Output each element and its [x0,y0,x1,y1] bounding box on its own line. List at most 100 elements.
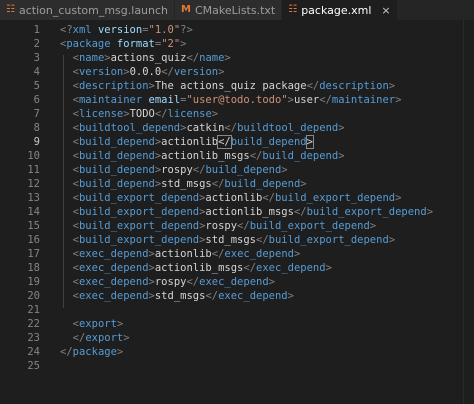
token-tag: exec_depend [199,276,269,288]
token-text: TODO [129,108,155,120]
code-line[interactable]: 13 <build_export_depend>actionlib</build… [0,191,474,205]
code-line[interactable]: 16 <build_export_depend>std_msgs</build_… [0,233,474,247]
line-number: 17 [27,248,40,260]
token-punc: > [325,262,332,274]
token-tag: build_depend [78,136,155,148]
token-punc: </ [256,234,269,246]
token-tag: build_depend [78,150,155,162]
token-text: std_msgs [161,178,212,190]
code-text: <build_export_depend>actionlib</build_ex… [60,191,402,205]
token-str: "1.0" [148,24,181,36]
token-punc: </ [72,332,86,344]
code-line[interactable]: 12 <build_depend>std_msgs</build_depend> [0,177,474,191]
code-line[interactable]: 17 <exec_depend>actionlib</exec_depend> [0,247,474,261]
code-line[interactable]: 8 <buildtool_depend>catkin</buildtool_de… [0,121,474,135]
line-number: 7 [33,108,40,120]
code-line[interactable]: 5 <description>The actions_quiz package<… [0,79,474,93]
code-line[interactable]: 23 </export> [0,331,474,345]
token-tag: description [319,80,389,92]
token-text: actionlib [205,192,263,204]
code-line[interactable]: 22 <export> [0,317,474,331]
token-cursor: </ [217,135,232,149]
tab-cmakelists-txt[interactable]: M CMakeLists.txt [175,0,283,20]
code-line[interactable]: 2 <package format="2"> [0,37,474,51]
code-line[interactable]: 7 <license>TODO</license> [0,107,474,121]
code-text: <build_depend>actionlib</build_depend> [60,135,314,149]
token-attr: format [116,38,155,50]
token-tag: exec_depend [218,290,288,302]
token-punc: <? [60,24,73,36]
line-number: 15 [27,220,40,232]
line-number: 4 [33,66,40,78]
code-line[interactable]: 6 <maintainer email="user@todo.todo">use… [0,93,474,107]
code-line[interactable]: 4 <version>0.0.0</version> [0,65,474,79]
token-punc: > [388,80,396,92]
code-line[interactable]: 19 <exec_depend>rospy</exec_depend> [0,275,474,289]
line-number: 20 [27,290,40,302]
code-text: <description>The actions_quiz package</d… [60,79,395,93]
code-line[interactable]: 10 <build_depend>actionlib_msgs</build_d… [0,149,474,163]
token-punc: > [281,164,288,176]
token-tag: build_export_depend [274,192,396,204]
token-tag: exec_depend [224,248,294,260]
token-text: rospy [161,164,193,176]
code-text: </package> [60,345,123,359]
code-editor[interactable]: 1 <?xml version="1.0"?> 2 <package format="… [0,20,474,404]
code-line[interactable]: 9 <build_depend>actionlib</build_depend> [0,135,474,149]
line-number: 12 [27,178,40,190]
token-text: actions_quiz [110,52,187,64]
line-number: 21 [27,304,40,316]
token-tag: build_depend [224,178,301,190]
code-line[interactable]: 14 <build_export_depend>actionlib_msgs</… [0,205,474,219]
token-punc: > [293,248,301,260]
line-number: 23 [27,332,40,344]
code-line[interactable]: 20 <exec_depend>std_msgs</exec_depend> [0,289,474,303]
rss-icon: ☷ [6,4,15,15]
code-line[interactable]: 11 <build_depend>rospy</build_depend> [0,163,474,177]
token-punc: > [395,94,402,106]
line-number: 13 [27,192,40,204]
line-number: 6 [33,94,40,106]
line-number: 16 [27,234,40,246]
tab-action-custom-msg-launch[interactable]: ☷ action_custom_msg.launch [0,0,176,20]
code-line[interactable]: 24 </package> [0,345,474,359]
code-text: <build_export_depend>rospy</build_export… [60,219,376,233]
token-punc: > [224,52,231,64]
token-text: 0.0.0 [129,66,162,78]
code-line[interactable]: 21 [0,303,474,317]
token-tag: exec_depend [78,262,149,274]
code-line[interactable]: 18 <exec_depend>actionlib_msgs</exec_dep… [0,261,474,275]
token-tag: build_export_depend [78,220,200,232]
token-text: catkin [186,122,225,134]
code-text: <package format="2"> [60,37,186,51]
token-text: actionlib [154,248,212,260]
token-punc: </ [186,276,200,288]
token-text: user [293,94,320,106]
token-tag: exec_depend [78,290,149,302]
vertical-scrollbar[interactable] [463,20,474,404]
code-line[interactable]: 25 [0,359,474,373]
code-text: <buildtool_depend>catkin</buildtool_depe… [60,121,345,135]
code-line[interactable]: 3 <name>actions_quiz</name> [0,51,474,65]
token-attr: email [148,94,181,106]
tab-package-xml[interactable]: ☷ package.xml × [282,0,398,20]
token-tag: license [78,108,124,120]
token-tag: maintainer [78,94,143,106]
line-number: 2 [33,38,40,50]
code-line[interactable]: 15 <build_export_depend>rospy</build_exp… [0,219,474,233]
token-tag: name [199,52,225,64]
token-tag: maintainer [331,94,396,106]
close-icon[interactable]: × [381,4,390,17]
line-number: 24 [27,346,40,358]
token-punc: > [123,332,130,344]
code-line[interactable]: 1 <?xml version="1.0"?> [0,23,474,37]
token-punc: > [338,150,345,162]
